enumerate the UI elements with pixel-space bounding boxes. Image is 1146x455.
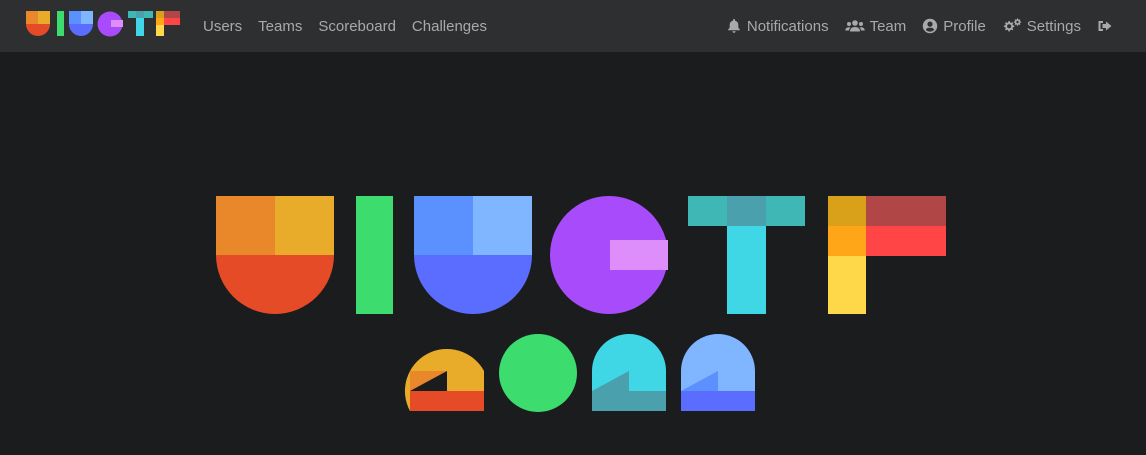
nav-link-challenges[interactable]: Challenges — [404, 18, 495, 35]
nav-link-team[interactable]: Team — [837, 18, 915, 35]
nav-link-notifications[interactable]: Notifications — [718, 18, 837, 35]
nav-link-logout[interactable] — [1089, 18, 1126, 34]
user-circle-icon — [923, 18, 938, 34]
brand-logo[interactable] — [26, 11, 180, 37]
nav-left: Users Teams Scoreboard Challenges — [195, 0, 495, 52]
bell-icon — [728, 19, 740, 33]
uiuctf-2022-logo — [216, 196, 946, 412]
nav-link-scoreboard[interactable]: Scoreboard — [310, 18, 404, 35]
hero-banner — [0, 52, 1146, 455]
nav-link-users[interactable]: Users — [195, 18, 250, 35]
sign-out-icon — [1098, 21, 1112, 31]
nav-link-profile[interactable]: Profile — [914, 18, 994, 35]
settings-label: Settings — [1026, 17, 1081, 35]
users-icon — [844, 20, 865, 32]
profile-label: Profile — [943, 17, 986, 35]
navbar: Users Teams Scoreboard Challenges Notifi… — [0, 0, 1146, 52]
cogs-icon — [1003, 18, 1021, 32]
team-label: Team — [869, 17, 907, 35]
notifications-label: Notifications — [746, 17, 829, 35]
nav-link-settings[interactable]: Settings — [994, 18, 1089, 35]
nav-right: Notifications Team Profile Settings — [718, 0, 1126, 52]
nav-link-teams[interactable]: Teams — [250, 18, 310, 35]
